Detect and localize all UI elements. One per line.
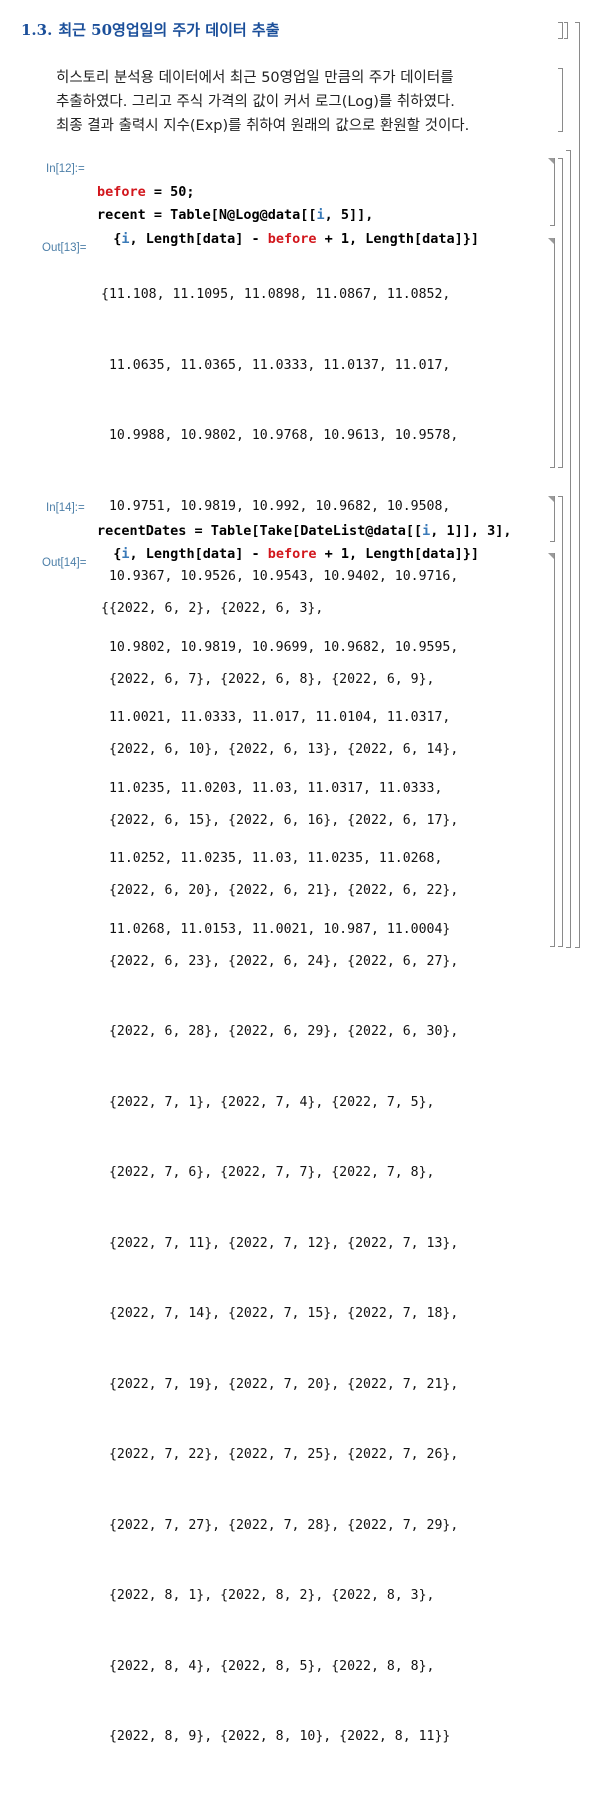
input-label: In[12]:= xyxy=(46,163,85,175)
cell-group-bracket[interactable] xyxy=(558,158,563,468)
output-line: {11.108, 11.1095, 11.0898, 11.0867, 11.0… xyxy=(101,287,451,302)
output-line: {2022, 8, 4}, {2022, 8, 5}, {2022, 8, 8}… xyxy=(101,1658,435,1674)
section-title[interactable]: 1.3. 최근 50영업일의 주가 데이터 추출 xyxy=(21,19,280,40)
notebook: 1.3. 최근 50영업일의 주가 데이터 추출 히스토리 분석용 데이터에서 최… xyxy=(0,0,600,1744)
output-line: {2022, 6, 28}, {2022, 6, 29}, {2022, 6, … xyxy=(101,1024,459,1039)
output-line: {2022, 8, 9}, {2022, 8, 10}, {2022, 8, 1… xyxy=(101,1729,451,1744)
output-line: {2022, 6, 20}, {2022, 6, 21}, {2022, 6, … xyxy=(101,883,459,898)
code-text: = Table[N@Log@data[[ xyxy=(145,207,317,223)
output-line: {2022, 7, 1}, {2022, 7, 4}, {2022, 7, 5}… xyxy=(101,1094,435,1110)
output-line: {2022, 6, 15}, {2022, 6, 16}, {2022, 6, … xyxy=(101,812,459,828)
cell-bracket[interactable] xyxy=(550,238,555,468)
output-line: {2022, 7, 11}, {2022, 7, 12}, {2022, 7, … xyxy=(101,1235,459,1251)
code-var-recentdates: recentDates xyxy=(97,522,187,539)
code-text: = Table[Take[DateList@data[[ xyxy=(186,522,423,539)
output-line: {2022, 8, 1}, {2022, 8, 2}, {2022, 8, 3}… xyxy=(101,1588,435,1603)
output-line: {2022, 7, 6}, {2022, 7, 7}, {2022, 7, 8}… xyxy=(101,1165,435,1180)
output-line: {2022, 7, 22}, {2022, 7, 25}, {2022, 7, … xyxy=(101,1447,459,1462)
output-line: {2022, 6, 7}, {2022, 6, 8}, {2022, 6, 9}… xyxy=(101,671,435,687)
text-cell[interactable]: 히스토리 분석용 데이터에서 최근 50영업일 만큼의 주가 데이터를 추출하였… xyxy=(56,66,546,138)
output-line: {{2022, 6, 2}, {2022, 6, 3}, xyxy=(101,601,324,616)
section-bracket[interactable] xyxy=(575,22,580,948)
output-line: {2022, 7, 14}, {2022, 7, 15}, {2022, 7, … xyxy=(101,1306,459,1321)
cell-group-bracket[interactable] xyxy=(558,496,563,947)
cell-triangle-icon xyxy=(548,238,554,244)
cell-triangle-icon xyxy=(548,553,554,559)
code-text: = 50; xyxy=(145,183,195,200)
cell-bracket[interactable] xyxy=(558,68,563,132)
cell-bracket[interactable] xyxy=(558,22,568,39)
text-line: 히스토리 분석용 데이터에서 최근 50영업일 만큼의 주가 데이터를 xyxy=(56,70,454,86)
section-bracket[interactable] xyxy=(566,150,571,948)
cell-bracket[interactable] xyxy=(550,496,555,542)
output-line: {2022, 6, 23}, {2022, 6, 24}, {2022, 6, … xyxy=(101,953,459,969)
input-label: In[14]:= xyxy=(46,502,85,514)
output-label: Out[14]= xyxy=(42,557,87,569)
cell-triangle-icon xyxy=(548,158,554,164)
code-var-recent: recent xyxy=(97,207,146,223)
section-title-text: 최근 50영업일의 주가 데이터 추출 xyxy=(58,21,280,39)
code-iterator: i xyxy=(316,207,325,223)
cell-bracket[interactable] xyxy=(550,158,555,226)
output-list[interactable]: {{2022, 6, 2}, {2022, 6, 3}, {2022, 6, 7… xyxy=(101,550,458,1796)
output-line: {2022, 7, 19}, {2022, 7, 20}, {2022, 7, … xyxy=(101,1376,459,1392)
text-line: 최종 결과 출력시 지수(Exp)를 취하여 원래의 값으로 환원할 것이다. xyxy=(56,118,470,134)
text-line: 추출하였다. 그리고 주식 가격의 값이 커서 로그(Log)를 취하였다. xyxy=(56,94,455,110)
output-line: {2022, 7, 27}, {2022, 7, 28}, {2022, 7, … xyxy=(101,1517,459,1533)
code-var-before: before xyxy=(97,183,146,200)
output-line: 10.9988, 10.9802, 10.9768, 10.9613, 10.9… xyxy=(101,428,459,443)
cell-triangle-icon xyxy=(548,496,554,502)
code-text: , 1]], 3], xyxy=(430,522,512,539)
output-label: Out[13]= xyxy=(42,242,87,254)
section-number: 1.3. xyxy=(21,21,53,39)
code-text: , 5]], xyxy=(324,207,374,223)
output-line: {2022, 6, 10}, {2022, 6, 13}, {2022, 6, … xyxy=(101,742,459,757)
output-line: 11.0635, 11.0365, 11.0333, 11.0137, 11.0… xyxy=(101,357,451,373)
cell-bracket[interactable] xyxy=(550,553,555,947)
